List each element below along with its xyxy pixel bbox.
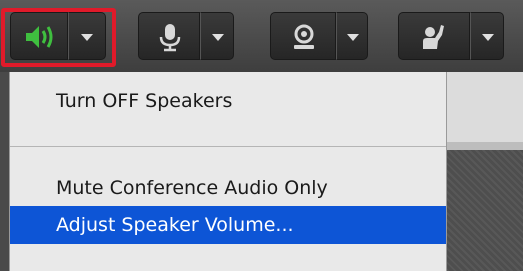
webcam-icon: [294, 24, 314, 49]
microphone-icon: [159, 24, 181, 52]
raise-hand-button[interactable]: [398, 12, 470, 60]
meeting-toolbar: [0, 0, 523, 72]
speaker-options-dropdown[interactable]: [68, 12, 106, 60]
webcam-button-group: [270, 12, 368, 60]
raise-hand-button-group: [398, 12, 504, 60]
menu-item-adjust-speaker-volume[interactable]: Adjust Speaker Volume...: [10, 206, 446, 244]
speaker-button-group: [10, 12, 106, 60]
raise-hand-icon: [423, 25, 444, 49]
menu-item-turn-off-speakers[interactable]: Turn OFF Speakers: [10, 84, 446, 118]
chevron-down-icon: [212, 34, 224, 41]
speaker-dropdown-menu: Turn OFF Speakers Mute Conference Audio …: [9, 72, 447, 271]
webcam-toggle-button[interactable]: [270, 12, 336, 60]
menu-item-mute-conference-audio[interactable]: Mute Conference Audio Only: [10, 170, 446, 206]
chevron-down-icon: [81, 34, 93, 41]
microphone-options-dropdown[interactable]: [200, 12, 234, 60]
microphone-toggle-button[interactable]: [138, 12, 200, 60]
background-panel-bar: [447, 142, 523, 150]
webcam-options-dropdown[interactable]: [336, 12, 368, 60]
raise-hand-options-dropdown[interactable]: [470, 12, 504, 60]
chevron-down-icon: [482, 34, 494, 41]
chevron-down-icon: [347, 34, 359, 41]
menu-separator: [10, 146, 446, 147]
background-panel-header: [447, 72, 523, 142]
speaker-toggle-button[interactable]: [10, 12, 68, 60]
microphone-button-group: [138, 12, 234, 60]
speaker-icon: [26, 26, 53, 48]
